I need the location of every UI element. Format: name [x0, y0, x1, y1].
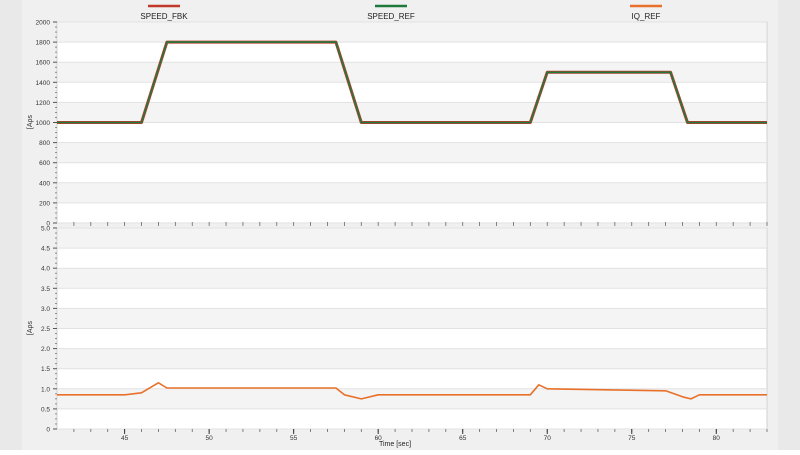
- time-x-tick-label: 75: [628, 435, 636, 442]
- plot-window: SPEED_FBK SPEED_REF IQ_REF 0 200 400 600 800…: [0, 0, 800, 450]
- current-y-axis: 0 0.5 1.0 1.5 2.0 2.5 3.0 3.5 4.0 4.5 5.0: [41, 226, 57, 434]
- speed-y-tick-label: 1600: [36, 60, 51, 67]
- time-x-tick-label: 70: [544, 435, 552, 442]
- speed-y-tick-label: 1200: [36, 100, 51, 107]
- legend-item[interactable]: IQ_REF: [630, 4, 662, 21]
- legend-label-iq-ref: IQ_REF: [632, 12, 661, 21]
- speed-y-tick-label: 1000: [36, 120, 51, 127]
- chart-canvas: SPEED_FBK SPEED_REF IQ_REF 0200400600800…: [27, 4, 768, 449]
- speed-y-tick-label: 800: [39, 140, 50, 147]
- speed-plot-panel[interactable]: 0200400600800100012001400160018002000 [A…: [27, 20, 768, 228]
- speed-y-tick-label: 600: [39, 160, 50, 167]
- time-x-tick-label: 65: [459, 435, 467, 442]
- speed-y-tick-label: 1800: [36, 40, 51, 47]
- speed-y-tick-label: 400: [39, 180, 50, 187]
- current-y-tick-label: 0: [46, 427, 50, 434]
- speed-grid-band: [58, 142, 766, 163]
- current-y-tick-label: 0.5: [41, 406, 50, 413]
- speed-y-axis-label: [Aρs: [27, 114, 34, 129]
- speed-grid-band: [58, 182, 766, 203]
- current-y-tick-label: 4.5: [41, 246, 50, 253]
- current-grid-band: [58, 348, 766, 369]
- current-y-tick-label: 3.0: [41, 306, 50, 313]
- current-grid-band: [58, 268, 766, 289]
- current-grid-band: [58, 228, 766, 249]
- plot-frame: SPEED_FBK SPEED_REF IQ_REF 0 200 400 600 800…: [22, 0, 778, 450]
- time-x-axis-label: Time [sec]: [379, 441, 411, 448]
- time-x-axis: 45 50 55 60 65 70 75 80: [73, 429, 768, 442]
- current-y-tick-label: 1.0: [41, 386, 50, 393]
- current-y-tick-label: 2.5: [41, 326, 50, 333]
- legend: SPEED_FBK SPEED_REF IQ_REF: [140, 4, 662, 21]
- current-y-tick-label: 2.0: [41, 346, 50, 353]
- current-grid-band: [58, 308, 766, 329]
- current-y-tick-label: 3.5: [41, 286, 50, 293]
- speed-grid-band: [58, 22, 766, 43]
- speed-y-tick-label: 2000: [36, 20, 51, 27]
- current-plot-panel[interactable]: 0 0.5 1.0 1.5 2.0 2.5 3.0 3.5 4.0 4.5 5.0 [Aρs 45 5…: [27, 226, 768, 449]
- legend-label-speed-fbk: SPEED_FBK: [140, 12, 188, 21]
- legend-label-speed-ref: SPEED_REF: [367, 12, 415, 21]
- speed-y-tick-label: 1400: [36, 80, 51, 87]
- legend-item[interactable]: SPEED_REF: [367, 4, 415, 21]
- current-grid-band: [58, 388, 766, 409]
- current-y-tick-label: 1.5: [41, 366, 50, 373]
- speed-grid-band: [58, 102, 766, 123]
- time-x-tick-label: 80: [713, 435, 721, 442]
- time-x-tick-label: 50: [206, 435, 214, 442]
- time-x-tick-label: 45: [121, 435, 129, 442]
- speed-y-axis: 0200400600800100012001400160018002000: [36, 20, 57, 228]
- legend-item[interactable]: SPEED_FBK: [140, 4, 188, 21]
- speed-y-tick-label: 200: [39, 200, 50, 207]
- current-y-tick-label: 4.0: [41, 266, 50, 273]
- current-y-tick-label: 5.0: [41, 226, 50, 233]
- time-x-tick-label: 55: [290, 435, 298, 442]
- current-y-axis-label: [Aρs: [27, 320, 34, 335]
